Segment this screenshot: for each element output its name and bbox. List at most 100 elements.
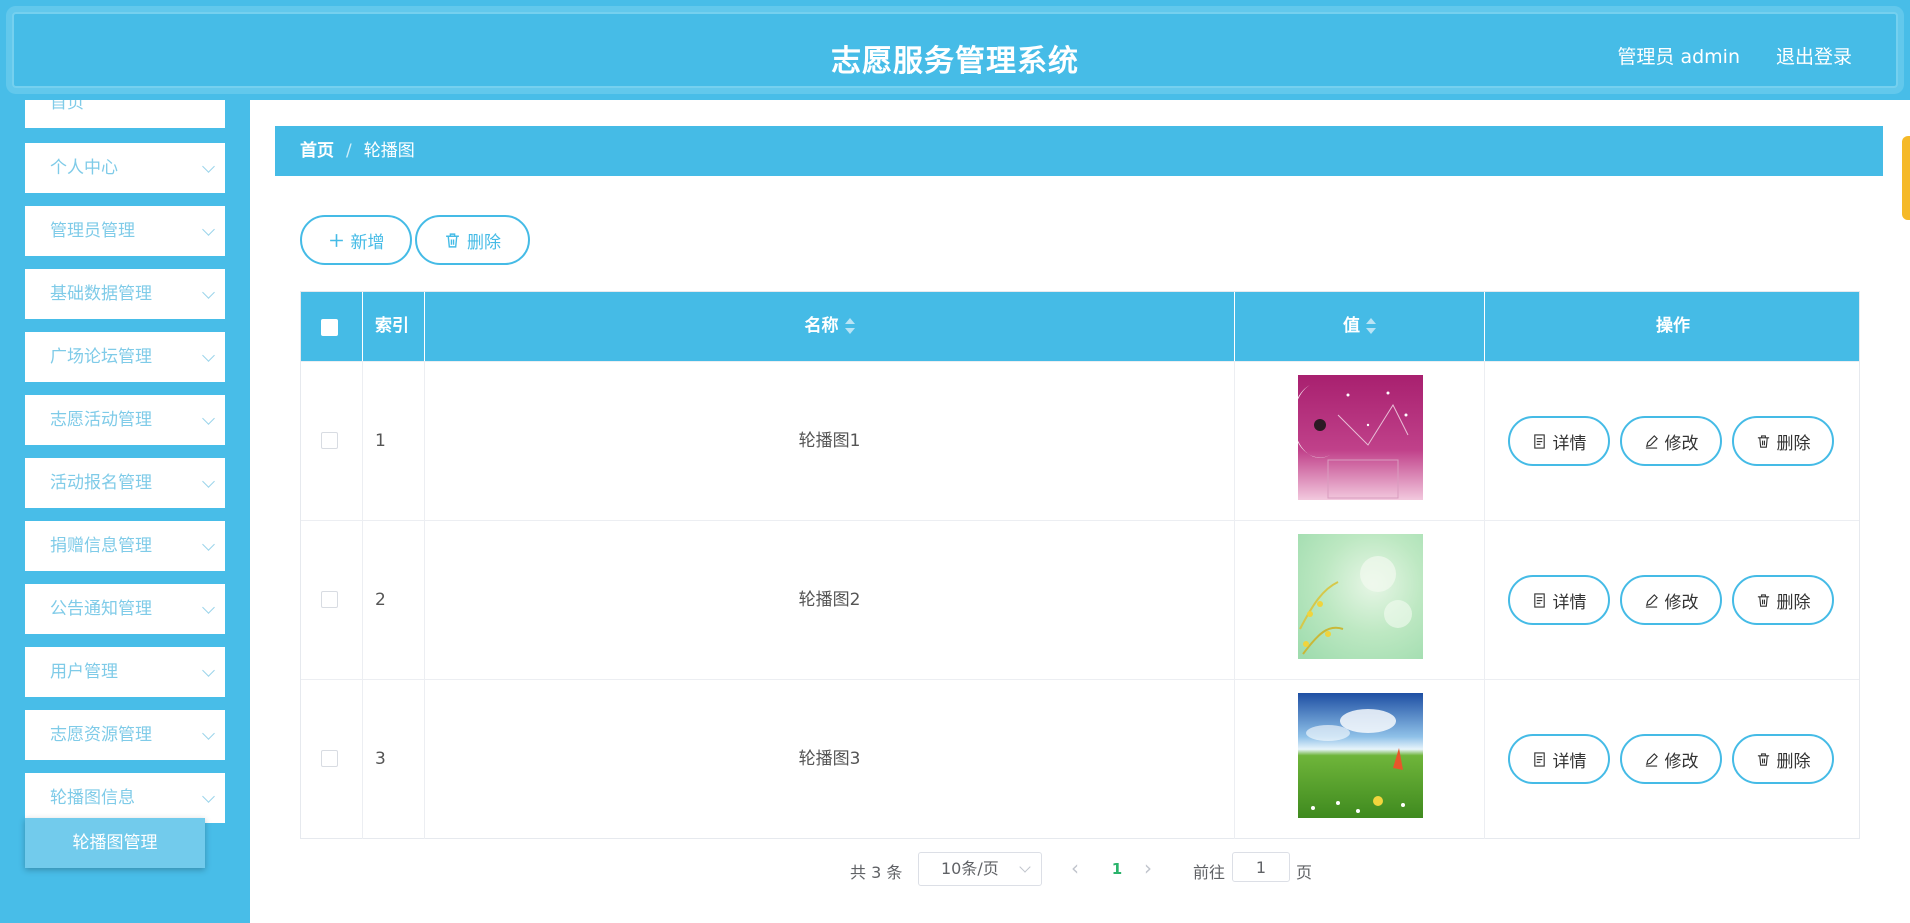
- header-actions: 操作: [1656, 316, 1690, 336]
- plus-icon: [329, 233, 343, 247]
- app-title: 志愿服务管理系统: [831, 44, 1079, 79]
- chevron-down-icon: [202, 475, 215, 488]
- chevron-down-icon: [202, 412, 215, 425]
- sidebar-item-forum[interactable]: 广场论坛管理: [25, 332, 225, 382]
- select-all-checkbox[interactable]: [321, 319, 338, 336]
- detail-button[interactable]: 详情: [1508, 575, 1610, 625]
- sidebar: 首页 个人中心 管理员管理 基础数据管理 广场论坛管理 志愿活动管理 活动报名管…: [0, 100, 250, 923]
- sidebar-item-donation[interactable]: 捐赠信息管理: [25, 521, 225, 571]
- sidebar-item-label: 捐赠信息管理: [50, 536, 152, 556]
- edit-icon: [1645, 593, 1658, 608]
- page-number-current[interactable]: 1: [1102, 852, 1132, 886]
- chevron-down-icon: [202, 286, 215, 299]
- row-checkbox[interactable]: [321, 750, 338, 767]
- row-name: 轮播图1: [425, 362, 1235, 521]
- sidebar-item-volunteer-resource[interactable]: 志愿资源管理: [25, 710, 225, 760]
- header-name[interactable]: 名称: [425, 292, 1235, 361]
- header-select-cell: [301, 292, 363, 361]
- row-checkbox[interactable]: [321, 432, 338, 449]
- row-delete-button-label: 删除: [1776, 751, 1811, 772]
- goto-label: 前往: [1193, 863, 1226, 882]
- row-value: [1235, 362, 1485, 521]
- row-name: 轮播图3: [425, 680, 1235, 839]
- goto-suffix: 页: [1296, 863, 1313, 882]
- edit-button-label: 修改: [1664, 751, 1699, 772]
- carousel-image-thumbnail[interactable]: [1298, 534, 1423, 659]
- header-panel: 志愿服务管理系统 管理员 admin 退出登录: [12, 12, 1898, 88]
- chevron-down-icon: [1019, 861, 1031, 873]
- chevron-down-icon: [202, 160, 215, 173]
- detail-button-label: 详情: [1552, 592, 1587, 613]
- row-actions: 详情 修改 删除: [1485, 362, 1861, 521]
- carousel-image-thumbnail[interactable]: [1298, 375, 1423, 500]
- scroll-indicator[interactable]: [1902, 136, 1910, 220]
- sidebar-item-base-data[interactable]: 基础数据管理: [25, 269, 225, 319]
- row-index: 2: [363, 521, 425, 680]
- sidebar-item-admin-management[interactable]: 管理员管理: [25, 206, 225, 256]
- row-delete-button[interactable]: 删除: [1732, 575, 1834, 625]
- detail-button[interactable]: 详情: [1508, 734, 1610, 784]
- add-button-label: 新增: [350, 232, 385, 253]
- header-index: 索引: [363, 292, 425, 361]
- document-icon: [1533, 433, 1545, 449]
- sidebar-item-label: 首页: [50, 100, 84, 113]
- row-actions: 详情 修改 删除: [1485, 521, 1861, 680]
- breadcrumb-current: 轮播图: [363, 141, 415, 161]
- chevron-down-icon: [202, 664, 215, 677]
- sidebar-item-carousel-info[interactable]: 轮播图信息: [25, 773, 225, 823]
- header-value-label: 值: [1343, 316, 1360, 336]
- pagination-total: 共 3 条: [850, 863, 903, 882]
- detail-button[interactable]: 详情: [1508, 416, 1610, 466]
- sidebar-item-label: 志愿活动管理: [50, 410, 152, 430]
- row-index: 3: [363, 680, 425, 839]
- sidebar-item-label: 个人中心: [50, 158, 118, 178]
- sidebar-item-personal-center[interactable]: 个人中心: [25, 143, 225, 193]
- goto-page-input[interactable]: [1232, 852, 1290, 882]
- row-index: 1: [363, 362, 425, 521]
- sidebar-item-user-management[interactable]: 用户管理: [25, 647, 225, 697]
- row-checkbox[interactable]: [321, 591, 338, 608]
- sidebar-item-label: 广场论坛管理: [50, 347, 152, 367]
- detail-button-label: 详情: [1552, 433, 1587, 454]
- chevron-down-icon: [202, 601, 215, 614]
- chevron-down-icon: [202, 727, 215, 740]
- trash-icon: [446, 232, 459, 248]
- table-row: 2 轮播图2 详情 修改 删除: [301, 520, 1861, 680]
- trash-icon: [1757, 593, 1769, 607]
- document-icon: [1533, 592, 1545, 608]
- carousel-image-thumbnail[interactable]: [1298, 693, 1423, 818]
- row-name: 轮播图2: [425, 521, 1235, 680]
- edit-button[interactable]: 修改: [1620, 416, 1722, 466]
- row-select-cell: [301, 680, 363, 839]
- sidebar-item-volunteer-activity[interactable]: 志愿活动管理: [25, 395, 225, 445]
- edit-icon: [1645, 434, 1658, 449]
- sidebar-item-activity-signup[interactable]: 活动报名管理: [25, 458, 225, 508]
- top-header: 志愿服务管理系统 管理员 admin 退出登录: [0, 0, 1910, 100]
- edit-button[interactable]: 修改: [1620, 575, 1722, 625]
- chevron-down-icon: [202, 349, 215, 362]
- data-table: 索引 名称 值 操作 1 轮播图1 详情 修改 删除 2 轮播图2 详情 修改 …: [300, 291, 1860, 839]
- delete-button[interactable]: 删除: [415, 215, 530, 265]
- edit-button[interactable]: 修改: [1620, 734, 1722, 784]
- logout-button[interactable]: 退出登录: [1776, 42, 1852, 69]
- sidebar-item-home[interactable]: 首页: [25, 100, 225, 128]
- page-size-select[interactable]: 10条/页: [918, 852, 1042, 886]
- row-select-cell: [301, 362, 363, 521]
- header-value[interactable]: 值: [1235, 292, 1485, 361]
- breadcrumb-home[interactable]: 首页: [300, 141, 334, 161]
- sidebar-item-label: 公告通知管理: [50, 599, 152, 619]
- row-delete-button[interactable]: 删除: [1732, 734, 1834, 784]
- pagination: 共 3 条 10条/页 ‹ 1 › 前往 页: [250, 852, 1910, 886]
- next-page-button[interactable]: ›: [1138, 857, 1158, 881]
- sidebar-item-announcement[interactable]: 公告通知管理: [25, 584, 225, 634]
- main-content: 首页 / 轮播图 新增 删除 索引 名称 值 操作 1 轮播图1 详情 修改 删…: [250, 100, 1910, 923]
- sort-icon[interactable]: [1366, 318, 1376, 334]
- sidebar-subitem-carousel-management[interactable]: 轮播图管理: [25, 818, 205, 868]
- chevron-down-icon: [202, 223, 215, 236]
- sort-icon[interactable]: [844, 318, 855, 334]
- add-button[interactable]: 新增: [300, 215, 412, 265]
- row-delete-button[interactable]: 删除: [1732, 416, 1834, 466]
- sidebar-item-label: 用户管理: [50, 662, 118, 682]
- breadcrumb: 首页 / 轮播图: [275, 126, 1883, 176]
- prev-page-button[interactable]: ‹: [1065, 857, 1085, 881]
